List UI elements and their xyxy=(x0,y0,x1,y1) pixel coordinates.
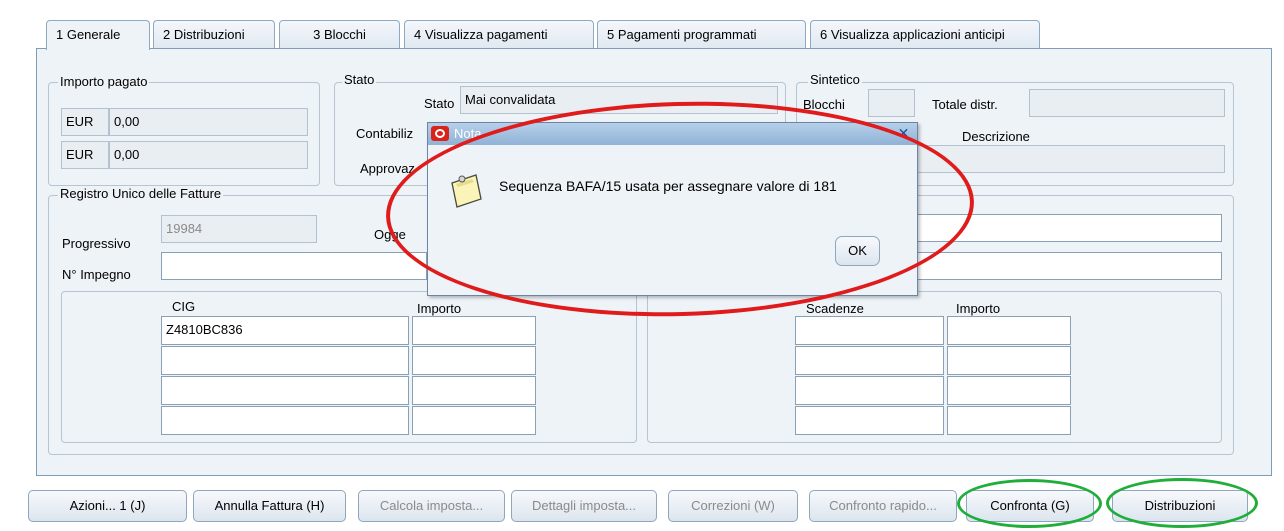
cig-field[interactable]: Z4810BC836 xyxy=(161,316,409,345)
scadenza-importo-field[interactable] xyxy=(947,346,1071,375)
cig-importo-field[interactable] xyxy=(412,406,536,435)
cig-importo-field[interactable] xyxy=(412,346,536,375)
tab-blocchi[interactable]: 3 Blocchi xyxy=(279,20,400,49)
scadenza-importo-field[interactable] xyxy=(947,406,1071,435)
progressivo-field: 19984 xyxy=(161,215,317,243)
scadenze-importo-column-header: Importo xyxy=(956,301,1001,316)
note-dialog: Nota ✕ Sequenza BAFA/15 usata per assegn… xyxy=(427,122,918,296)
cig-field[interactable] xyxy=(161,406,409,435)
impegno-label: N° Impegno xyxy=(62,267,131,282)
close-icon[interactable]: ✕ xyxy=(894,124,913,142)
currency-field-2: EUR xyxy=(61,141,109,169)
scadenza-field[interactable] xyxy=(795,376,944,405)
oggetto-label: Ogge xyxy=(374,227,406,242)
impegno-field-right[interactable] xyxy=(900,252,1222,280)
scadenza-field[interactable] xyxy=(795,316,944,345)
registro-title: Registro Unico delle Fatture xyxy=(58,186,224,201)
importo-pagato-field-2: 0,00 xyxy=(109,141,308,169)
tab-visualizza-applicazioni-anticipi[interactable]: 6 Visualizza applicazioni anticipi xyxy=(810,20,1040,49)
importo-pagato-field-1: 0,00 xyxy=(109,108,308,136)
scadenza-importo-field[interactable] xyxy=(947,316,1071,345)
descrizione-field xyxy=(880,145,1225,173)
cig-importo-field[interactable] xyxy=(412,376,536,405)
scadenza-field[interactable] xyxy=(795,406,944,435)
scadenza-field[interactable] xyxy=(795,346,944,375)
dialog-message: Sequenza BAFA/15 usata per assegnare val… xyxy=(499,178,837,194)
tab-distribuzioni[interactable]: 2 Distribuzioni xyxy=(153,20,275,49)
azioni-button[interactable]: Azioni... 1 (J) xyxy=(28,490,187,522)
dialog-title: Nota xyxy=(454,126,482,141)
stato-label: Stato xyxy=(424,96,455,111)
sintetico-title: Sintetico xyxy=(808,72,862,87)
oracle-logo-icon xyxy=(431,126,449,141)
stato-title: Stato xyxy=(342,72,377,87)
tab-generale[interactable]: 1 Generale xyxy=(46,20,150,50)
currency-field-1: EUR xyxy=(61,108,109,136)
blocchi-label: Blocchi xyxy=(803,97,845,112)
calcola-imposta-button[interactable]: Calcola imposta... xyxy=(358,490,505,522)
ok-button[interactable]: OK xyxy=(835,236,880,266)
confronto-rapido-button[interactable]: Confronto rapido... xyxy=(809,490,957,522)
cig-column-header: CIG xyxy=(172,299,196,314)
approvazione-label: Approvaz xyxy=(360,161,415,176)
distribuzioni-button[interactable]: Distribuzioni xyxy=(1112,490,1248,522)
scadenza-importo-field[interactable] xyxy=(947,376,1071,405)
dialog-title-bar: Nota ✕ xyxy=(428,123,917,145)
cig-field[interactable] xyxy=(161,376,409,405)
note-icon xyxy=(448,171,484,209)
blocchi-field xyxy=(868,89,915,117)
stato-field: Mai convalidata xyxy=(460,86,778,114)
contabilizzato-label: Contabiliz xyxy=(356,126,414,141)
progressivo-label: Progressivo xyxy=(62,236,131,251)
impegno-field[interactable] xyxy=(161,252,427,280)
cig-importo-column-header: Importo xyxy=(417,301,462,316)
totale-distr-field xyxy=(1029,89,1225,117)
totale-distr-label: Totale distr. xyxy=(932,97,998,112)
correzioni-button[interactable]: Correzioni (W) xyxy=(668,490,798,522)
annulla-fattura-button[interactable]: Annulla Fattura (H) xyxy=(193,490,346,522)
tab-visualizza-pagamenti[interactable]: 4 Visualizza pagamenti xyxy=(404,20,594,49)
importo-pagato-title: Importo pagato xyxy=(58,74,150,89)
dettagli-imposta-button[interactable]: Dettagli imposta... xyxy=(511,490,657,522)
cig-field[interactable] xyxy=(161,346,409,375)
cig-importo-field[interactable] xyxy=(412,316,536,345)
descrizione-label: Descrizione xyxy=(962,129,1030,144)
confronta-button[interactable]: Confronta (G) xyxy=(966,490,1094,522)
oggetto-field[interactable] xyxy=(900,214,1222,242)
scadenze-column-header: Scadenze xyxy=(806,301,864,316)
tab-pagamenti-programmati[interactable]: 5 Pagamenti programmati xyxy=(597,20,806,49)
